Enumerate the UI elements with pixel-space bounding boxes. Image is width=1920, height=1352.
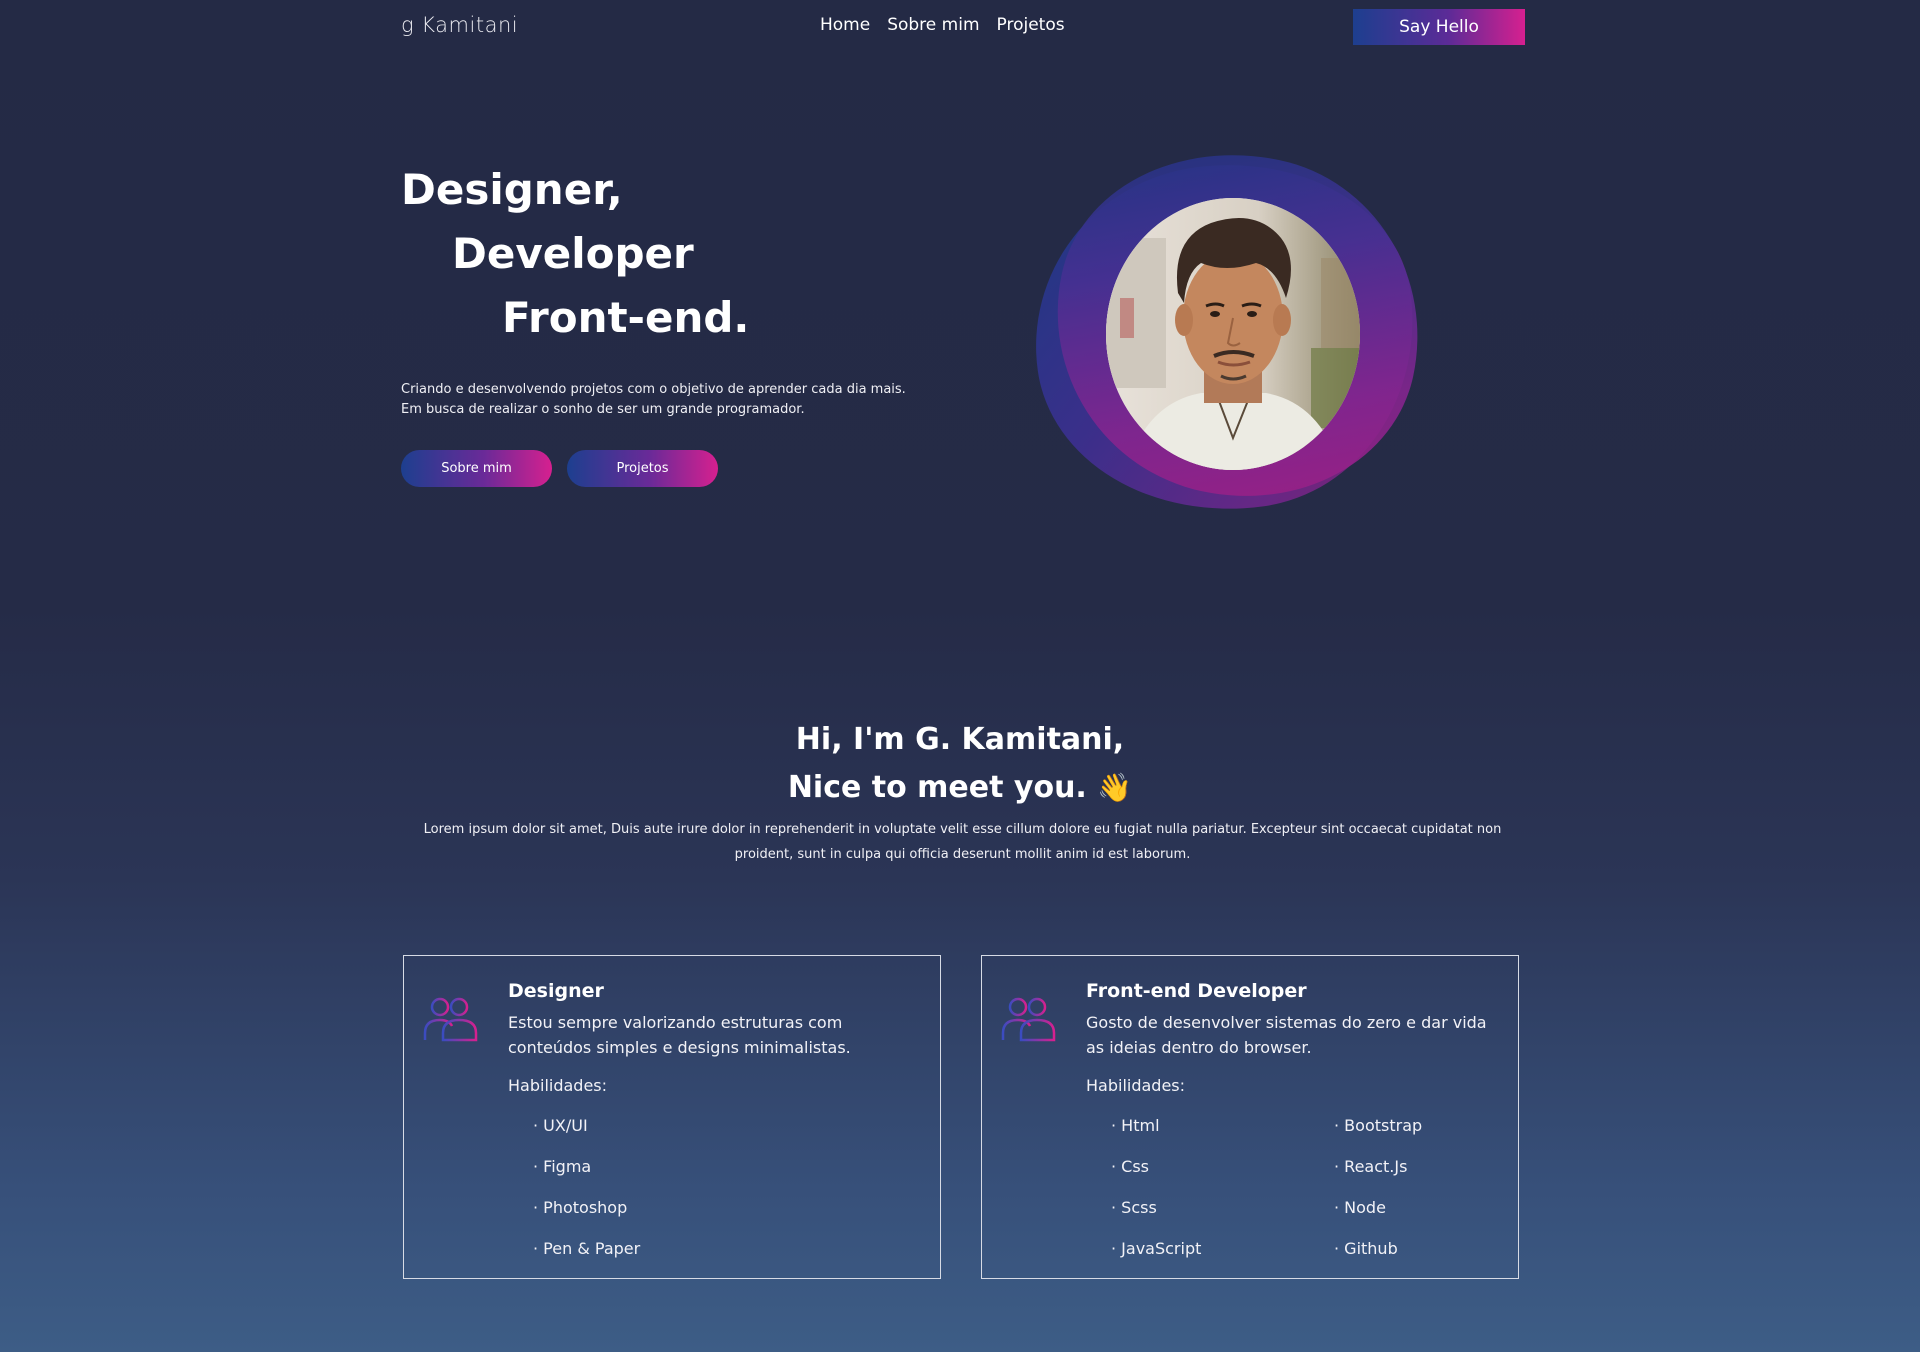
skill-item: · UX/UI: [533, 1116, 588, 1135]
skill-item: · Scss: [1111, 1198, 1157, 1217]
about-heading-line-1: Hi, I'm G. Kamitani,: [795, 722, 1125, 757]
users-icon: [423, 997, 478, 1042]
skill-item: · Photoshop: [533, 1198, 628, 1217]
nav-link-sobre-mim[interactable]: Sobre mim: [887, 15, 979, 35]
nav-link-projetos[interactable]: Projetos: [997, 15, 1065, 35]
waving-hand-icon: 👋: [1097, 771, 1133, 804]
navbar: g Kamitani Home Sobre mim Projetos Say H…: [0, 0, 1920, 54]
skill-item: · Pen & Paper: [533, 1239, 641, 1258]
skill-item: · Bootstrap: [1334, 1116, 1423, 1135]
card-description: Estou sempre valorizando estruturas com …: [508, 1013, 851, 1057]
logo[interactable]: g Kamitani: [401, 13, 518, 37]
about-heading: Hi, I'm G. Kamitani, Nice to meet you. 👋: [0, 716, 1920, 812]
card-title: Designer: [508, 980, 604, 1002]
designer-card: Designer Estou sempre valorizando estrut…: [403, 955, 941, 1279]
profile-photo-frame: [1012, 120, 1452, 535]
nav-link-home[interactable]: Home: [820, 15, 870, 35]
skill-item: · Css: [1111, 1157, 1150, 1176]
skill-item: · Node: [1334, 1198, 1386, 1217]
card-title: Front-end Developer: [1086, 980, 1307, 1002]
card-description: Gosto de desenvolver sistemas do zero e …: [1086, 1013, 1487, 1057]
skill-item: · React.Js: [1334, 1157, 1408, 1176]
skill-item: · Figma: [533, 1157, 592, 1176]
about-description: Lorem ipsum dolor sit amet, Duis aute ir…: [423, 822, 1502, 862]
sobre-mim-button[interactable]: Sobre mim: [401, 450, 552, 487]
hero-title-line-1: Designer,: [401, 165, 623, 214]
users-icon: [1001, 997, 1056, 1042]
profile-photo: [1106, 198, 1360, 470]
profile-photo-illustration: [1106, 198, 1360, 470]
projetos-button[interactable]: Projetos: [567, 450, 718, 487]
hero-title: Designer, Developer Front-end.: [401, 158, 749, 350]
skills-list: · Html · Css · Scss · JavaScript: [1111, 1116, 1201, 1280]
skills-list: · Bootstrap · React.Js · Node · Github: [1334, 1116, 1422, 1280]
about-heading-line-2: Nice to meet you.: [787, 770, 1087, 805]
hero-title-line-3: Front-end.: [502, 293, 750, 342]
skills-list: · UX/UI · Figma · Photoshop · Pen & Pape…: [533, 1116, 640, 1280]
nav-links: Home Sobre mim Projetos: [820, 15, 1065, 35]
skills-label: Habilidades:: [508, 1076, 608, 1095]
say-hello-button[interactable]: Say Hello: [1353, 9, 1525, 45]
skill-item: · Html: [1111, 1116, 1160, 1135]
skills-label: Habilidades:: [1086, 1076, 1186, 1095]
hero-title-line-2: Developer: [452, 229, 694, 278]
frontend-developer-card: Front-end Developer Gosto de desenvolver…: [981, 955, 1519, 1279]
skill-item: · Github: [1334, 1239, 1398, 1258]
hero-description: Criando e desenvolvendo projetos com o o…: [401, 382, 906, 417]
skill-item: · JavaScript: [1111, 1239, 1202, 1258]
